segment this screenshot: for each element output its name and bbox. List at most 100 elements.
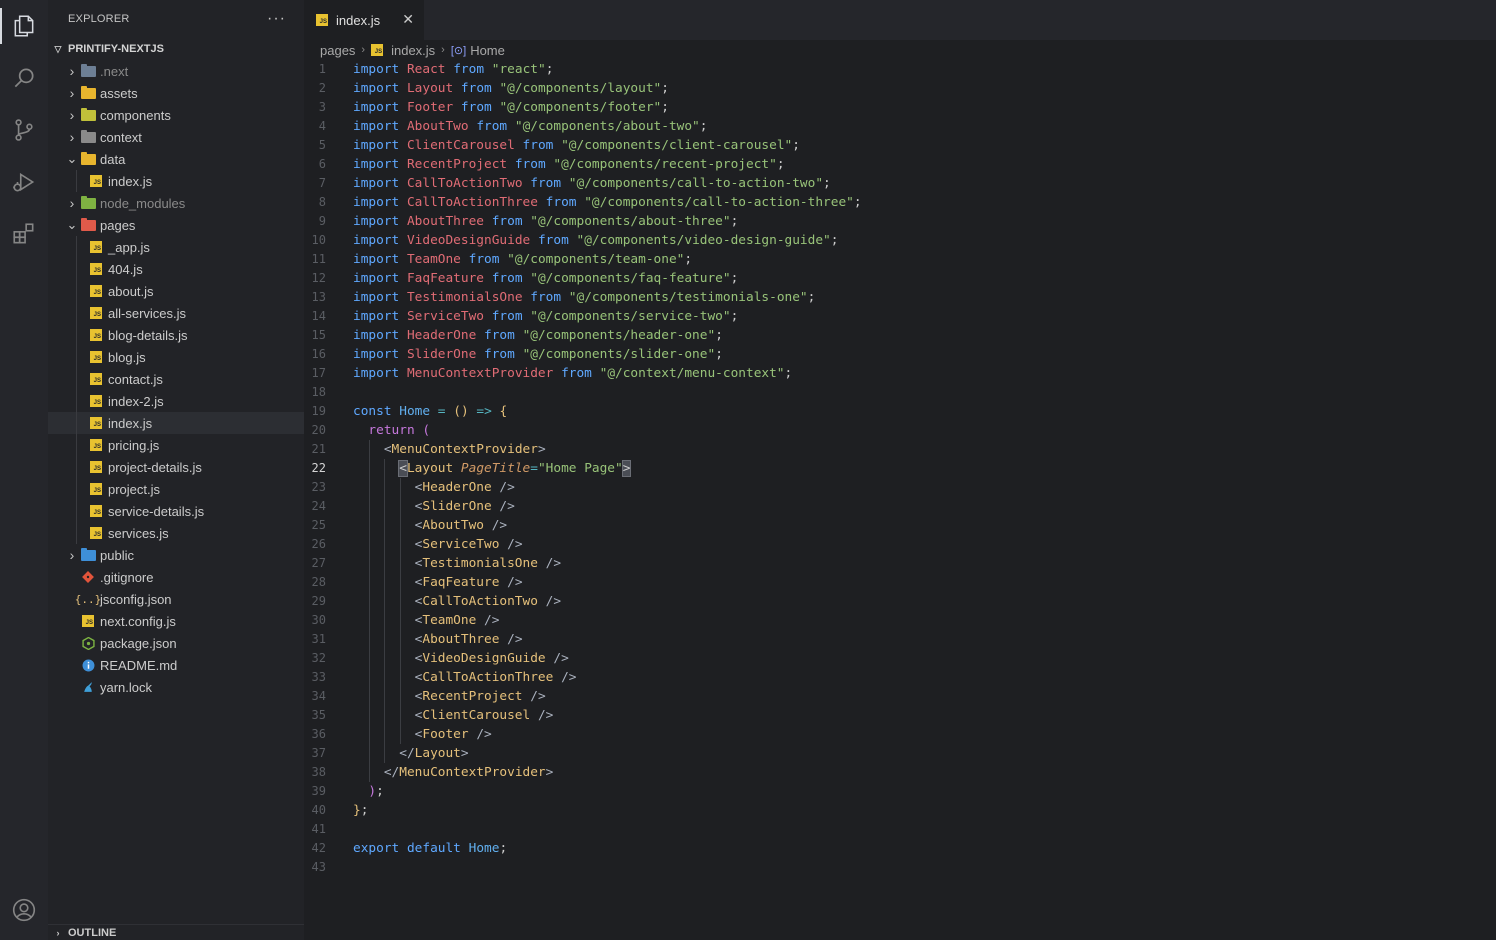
code-line[interactable]: 36 <Footer /> — [304, 725, 1496, 744]
file-item[interactable]: JS service-details.js — [48, 500, 304, 522]
code-line[interactable]: 24 <SliderOne /> — [304, 497, 1496, 516]
code-line[interactable]: 27 <TestimonialsOne /> — [304, 554, 1496, 573]
search-icon[interactable] — [0, 54, 48, 102]
file-item[interactable]: README.md — [48, 654, 304, 676]
breadcrumb-pages[interactable]: pages — [320, 43, 355, 58]
code-line[interactable]: 16 import SliderOne from "@/components/sl… — [304, 345, 1496, 364]
outline-section[interactable]: › OUTLINE — [48, 924, 304, 940]
code-line[interactable]: 31 <AboutThree /> — [304, 630, 1496, 649]
file-item[interactable]: JS about.js — [48, 280, 304, 302]
code-line[interactable]: 17 import MenuContextProvider from "@/con… — [304, 364, 1496, 383]
code-line[interactable]: 9 import AboutThree from "@/components/ab… — [304, 212, 1496, 231]
code-line[interactable]: 32 <VideoDesignGuide /> — [304, 649, 1496, 668]
tree-item-label: index.js — [108, 173, 153, 189]
code-line[interactable]: 34 <RecentProject /> — [304, 687, 1496, 706]
code-token: import — [353, 138, 400, 153]
file-item[interactable]: JS project.js — [48, 478, 304, 500]
code-line[interactable]: 25 <AboutTwo /> — [304, 516, 1496, 535]
line-number: 14 — [311, 309, 326, 323]
code-line[interactable]: 35 <ClientCarousel /> — [304, 706, 1496, 725]
code-line[interactable]: 5 import ClientCarousel from "@/component… — [304, 136, 1496, 155]
code-line[interactable]: 30 <TeamOne /> — [304, 611, 1496, 630]
line-number: 37 — [311, 746, 326, 760]
folder-item[interactable]: › context — [48, 126, 304, 148]
explorer-icon[interactable] — [0, 2, 48, 50]
code-line[interactable]: 15 import HeaderOne from "@/components/he… — [304, 326, 1496, 345]
folder-item[interactable]: ⌄ pages — [48, 214, 304, 236]
tab-index-js[interactable]: JS index.js ✕ — [304, 0, 424, 40]
code-line[interactable]: 23 <HeaderOne /> — [304, 478, 1496, 497]
code-line[interactable]: 42 export default Home; — [304, 839, 1496, 858]
code-token: from — [530, 176, 562, 191]
file-item[interactable]: JS pricing.js — [48, 434, 304, 456]
folder-item[interactable]: › components — [48, 104, 304, 126]
more-actions-icon[interactable]: ··· — [267, 10, 286, 28]
folder-item[interactable]: ⌄ data — [48, 148, 304, 170]
code-line[interactable]: 21 <MenuContextProvider> — [304, 440, 1496, 459]
code-line[interactable]: 4 import AboutTwo from "@/components/abou… — [304, 117, 1496, 136]
file-item[interactable]: JS 404.js — [48, 258, 304, 280]
code-line[interactable]: 1 import React from "react"; — [304, 60, 1496, 79]
code-line[interactable]: 8 import CallToActionThree from "@/compon… — [304, 193, 1496, 212]
close-icon[interactable]: ✕ — [402, 11, 414, 28]
file-item[interactable]: JS services.js — [48, 522, 304, 544]
file-item[interactable]: JS blog.js — [48, 346, 304, 368]
code-token: ) — [368, 784, 377, 799]
file-item[interactable]: {..} jsconfig.json — [48, 588, 304, 610]
code-line[interactable]: 41 — [304, 820, 1496, 839]
file-item[interactable]: JS index.js — [48, 412, 304, 434]
code-line[interactable]: 29 <CallToActionTwo /> — [304, 592, 1496, 611]
code-line[interactable]: 28 <FaqFeature /> — [304, 573, 1496, 592]
code-line[interactable]: 13 import TestimonialsOne from "@/compone… — [304, 288, 1496, 307]
activity-bar — [0, 0, 48, 940]
code-line[interactable]: 6 import RecentProject from "@/components… — [304, 155, 1496, 174]
code-line[interactable]: 37 </Layout> — [304, 744, 1496, 763]
file-item[interactable]: JS all-services.js — [48, 302, 304, 324]
chevron-right-icon: › — [361, 44, 366, 56]
file-item[interactable]: JS index.js — [48, 170, 304, 192]
project-root[interactable]: ▽ PRINTIFY-NEXTJS — [48, 38, 304, 60]
code-line[interactable]: 11 import TeamOne from "@/components/team… — [304, 250, 1496, 269]
code-token: /> — [537, 708, 554, 723]
folder-item[interactable]: › node_modules — [48, 192, 304, 214]
file-item[interactable]: yarn.lock — [48, 676, 304, 698]
file-item[interactable]: .gitignore — [48, 566, 304, 588]
code-line[interactable]: 43 — [304, 858, 1496, 877]
folder-item[interactable]: › assets — [48, 82, 304, 104]
code-line[interactable]: 7 import CallToActionTwo from "@/componen… — [304, 174, 1496, 193]
code-line[interactable]: 19 const Home = () => { — [304, 402, 1496, 421]
code-area[interactable]: 1 import React from "react"; 2 import Layou… — [304, 60, 1496, 877]
folder-item[interactable]: › public — [48, 544, 304, 566]
account-icon[interactable] — [0, 886, 48, 934]
run-debug-icon[interactable] — [0, 158, 48, 206]
extensions-icon[interactable] — [0, 210, 48, 258]
code-line[interactable]: 10 import VideoDesignGuide from "@/compon… — [304, 231, 1496, 250]
code-line[interactable]: 33 <CallToActionThree /> — [304, 668, 1496, 687]
code-line[interactable]: 22 <Layout PageTitle="Home Page"> — [304, 459, 1496, 478]
source-control-icon[interactable] — [0, 106, 48, 154]
code-line[interactable]: 2 import Layout from "@/components/layout… — [304, 79, 1496, 98]
code-line[interactable]: 26 <ServiceTwo /> — [304, 535, 1496, 554]
file-item[interactable]: JS project-details.js — [48, 456, 304, 478]
file-item[interactable]: JS contact.js — [48, 368, 304, 390]
code-line[interactable]: 14 import ServiceTwo from "@/components/s… — [304, 307, 1496, 326]
code-line[interactable]: 40}; — [304, 801, 1496, 820]
code-line[interactable]: 20 return ( — [304, 421, 1496, 440]
code-line[interactable]: 3 import Footer from "@/components/footer… — [304, 98, 1496, 117]
breadcrumb-symbol[interactable]: Home — [470, 43, 505, 58]
file-item[interactable]: JS index-2.js — [48, 390, 304, 412]
tree-item-label: pages — [100, 217, 136, 233]
file-item[interactable]: JS blog-details.js — [48, 324, 304, 346]
code-token: VideoDesignGuide — [406, 233, 531, 248]
code-line[interactable]: 39 ); — [304, 782, 1496, 801]
file-item[interactable]: JS _app.js — [48, 236, 304, 258]
file-item[interactable]: JS next.config.js — [48, 610, 304, 632]
code-text: ); — [353, 782, 383, 801]
code-line[interactable]: 18 — [304, 383, 1496, 402]
folder-item[interactable]: › .next — [48, 60, 304, 82]
code-line[interactable]: 12 import FaqFeature from "@/components/f… — [304, 269, 1496, 288]
breadcrumb-file[interactable]: index.js — [391, 43, 435, 58]
file-item[interactable]: package.json — [48, 632, 304, 654]
code-line[interactable]: 38 </MenuContextProvider> — [304, 763, 1496, 782]
